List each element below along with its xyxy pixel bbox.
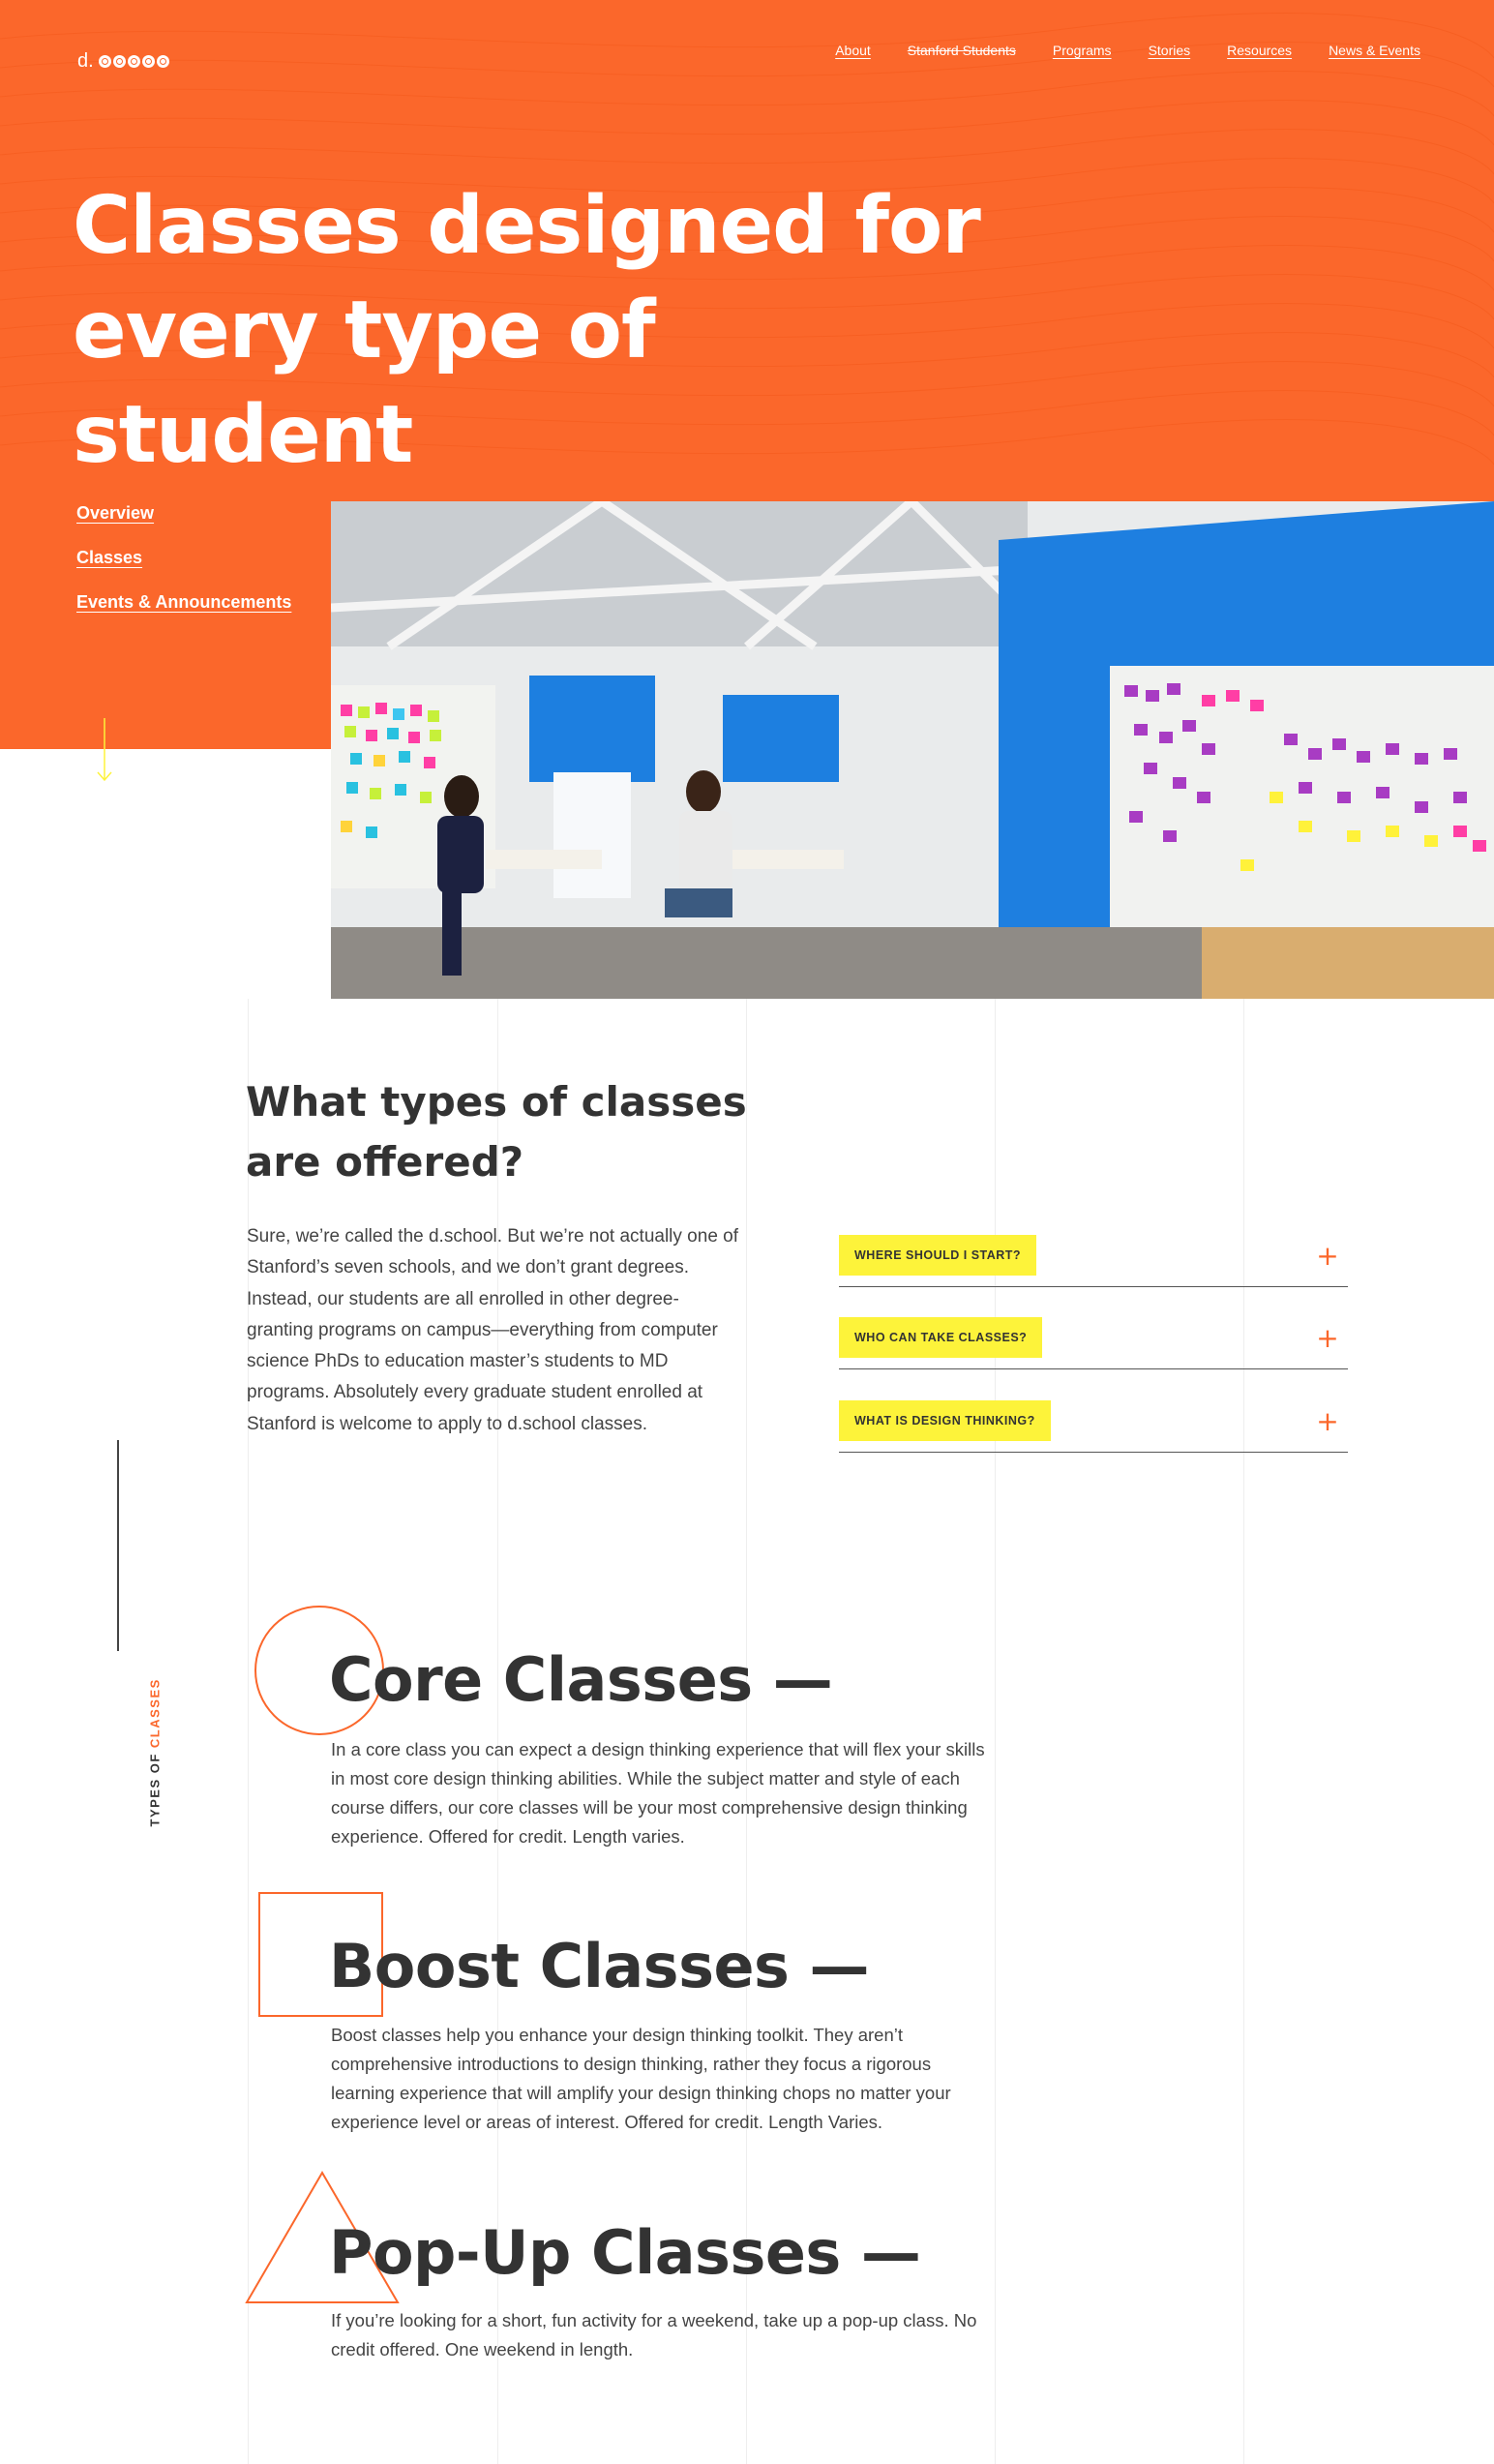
nav-stanford-students[interactable]: Stanford Students bbox=[908, 43, 1016, 58]
page-title-line-2: every type of student bbox=[73, 285, 656, 481]
side-divider-line bbox=[117, 1440, 119, 1651]
subnav-classes[interactable]: Classes bbox=[76, 548, 291, 568]
popup-classes-title: Pop-Up Classes — bbox=[329, 2217, 921, 2288]
core-classes-description: In a core class you can expect a design … bbox=[331, 1739, 985, 1847]
dschool-logo[interactable]: d. bbox=[77, 50, 169, 73]
nav-about[interactable]: About bbox=[835, 43, 871, 58]
popup-classes-description: If you’re looking for a short, fun activ… bbox=[331, 2310, 977, 2359]
core-classes-title: Core Classes — bbox=[329, 1644, 833, 1715]
section-heading-line-1: What types of classes bbox=[246, 1078, 747, 1126]
side-label-part-2: CLASSES bbox=[147, 1678, 163, 1749]
boost-classes-description: Boost classes help you enhance your desi… bbox=[331, 2025, 951, 2132]
section-heading: What types of classes are offered? bbox=[246, 1072, 788, 1192]
subnav-events[interactable]: Events & Announcements bbox=[76, 592, 291, 613]
nav-news-events[interactable]: News & Events bbox=[1329, 43, 1420, 58]
grid-line bbox=[1243, 999, 1244, 2464]
main-nav: About Stanford Students Programs Stories… bbox=[835, 43, 1420, 58]
nav-stories[interactable]: Stories bbox=[1149, 43, 1191, 58]
nav-programs[interactable]: Programs bbox=[1053, 43, 1112, 58]
plus-icon[interactable]: + bbox=[1315, 1321, 1340, 1356]
classroom-photo bbox=[331, 501, 1494, 999]
faq-item-where-to-start[interactable]: Where should I start? + bbox=[839, 1235, 1348, 1287]
intro-paragraph: Sure, we’re called the d.school. But we’… bbox=[247, 1226, 739, 1434]
nav-resources[interactable]: Resources bbox=[1227, 43, 1292, 58]
plus-icon[interactable]: + bbox=[1315, 1404, 1340, 1439]
side-label-part-1: TYPES OF bbox=[147, 1748, 163, 1827]
section-heading-line-2: are offered? bbox=[246, 1138, 524, 1186]
faq-item-design-thinking[interactable]: What is design thinking? + bbox=[839, 1400, 1348, 1453]
page-title-line-1: Classes designed for bbox=[73, 180, 981, 272]
logo-mark bbox=[98, 55, 169, 68]
page-title: Classes designed for every type of stude… bbox=[73, 174, 1001, 488]
classroom-illustration bbox=[331, 501, 1494, 999]
faq-question: What is design thinking? bbox=[839, 1400, 1051, 1441]
subnav-overview[interactable]: Overview bbox=[76, 503, 291, 524]
scroll-down-arrow-icon[interactable] bbox=[97, 718, 112, 782]
faq-item-who-can-take[interactable]: Who can take classes? + bbox=[839, 1317, 1348, 1369]
hero-banner: d. About Stanford Students Programs Stor… bbox=[0, 0, 1494, 501]
boost-classes-title: Boost Classes — bbox=[329, 1931, 870, 2001]
plus-icon[interactable]: + bbox=[1315, 1239, 1340, 1274]
logo-text: d. bbox=[77, 50, 94, 72]
grid-line bbox=[995, 999, 996, 2464]
faq-question: Who can take classes? bbox=[839, 1317, 1043, 1358]
types-of-classes-label: TYPES OF CLASSES bbox=[147, 1634, 163, 1827]
section-nav: Overview Classes Events & Announcements bbox=[76, 503, 291, 613]
faq-question: Where should I start? bbox=[839, 1235, 1037, 1276]
